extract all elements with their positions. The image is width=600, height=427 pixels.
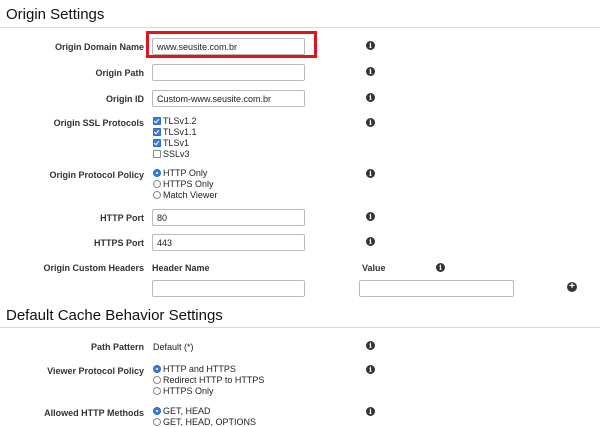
origin-id-label: Origin ID	[106, 94, 144, 104]
info-icon[interactable]: i	[436, 263, 445, 272]
origin-path-input[interactable]	[152, 64, 305, 81]
protocol-option-https-only[interactable]: HTTPS Only	[153, 179, 214, 189]
methods-option-get-head-options[interactable]: GET, HEAD, OPTIONS	[153, 417, 256, 427]
ssl-option-tlsv1[interactable]: TLSv1	[153, 138, 189, 148]
radio-selected[interactable]	[153, 407, 161, 415]
info-icon[interactable]: i	[366, 41, 375, 50]
info-icon[interactable]: i	[366, 93, 375, 102]
ssl-option-sslv3[interactable]: SSLv3	[153, 149, 190, 159]
value-column: Value	[362, 263, 386, 273]
origin-custom-headers-label: Origin Custom Headers	[43, 263, 144, 273]
radio-unselected[interactable]	[153, 191, 161, 199]
https-port-input[interactable]	[152, 234, 305, 251]
ssl-option-tlsv12[interactable]: TLSv1.2	[153, 116, 197, 126]
http-port-input[interactable]	[152, 209, 305, 226]
info-icon[interactable]: i	[366, 365, 375, 374]
info-icon[interactable]: i	[366, 341, 375, 350]
add-icon[interactable]: +	[567, 282, 577, 292]
checkbox-checked[interactable]	[153, 139, 161, 147]
info-icon[interactable]: i	[366, 407, 375, 416]
origin-path-label: Origin Path	[95, 68, 144, 78]
origin-id-input[interactable]	[152, 90, 305, 107]
info-icon[interactable]: i	[366, 169, 375, 178]
radio-unselected[interactable]	[153, 180, 161, 188]
origin-ssl-protocols-label: Origin SSL Protocols	[53, 118, 144, 128]
protocol-option-http-only[interactable]: HTTP Only	[153, 168, 207, 178]
header-name-column: Header Name	[152, 263, 210, 273]
section-title-cache-behavior: Default Cache Behavior Settings	[6, 307, 223, 324]
path-pattern-label: Path Pattern	[90, 342, 144, 352]
info-icon[interactable]: i	[366, 118, 375, 127]
header-value-input[interactable]	[359, 280, 514, 297]
radio-unselected[interactable]	[153, 376, 161, 384]
radio-unselected[interactable]	[153, 387, 161, 395]
methods-option-get-head[interactable]: GET, HEAD	[153, 406, 211, 416]
info-icon[interactable]: i	[366, 212, 375, 221]
checkbox-checked[interactable]	[153, 117, 161, 125]
protocol-option-match-viewer[interactable]: Match Viewer	[153, 190, 217, 200]
header-name-input[interactable]	[152, 280, 305, 297]
ssl-option-tlsv11[interactable]: TLSv1.1	[153, 127, 197, 137]
section-divider	[0, 327, 600, 328]
section-divider	[0, 27, 600, 28]
viewer-option-redirect[interactable]: Redirect HTTP to HTTPS	[153, 375, 264, 385]
viewer-option-https-only[interactable]: HTTPS Only	[153, 386, 214, 396]
checkbox-checked[interactable]	[153, 128, 161, 136]
http-port-label: HTTP Port	[100, 213, 144, 223]
viewer-protocol-policy-label: Viewer Protocol Policy	[47, 366, 144, 376]
info-icon[interactable]: i	[366, 67, 375, 76]
https-port-label: HTTPS Port	[93, 238, 144, 248]
allowed-http-methods-label: Allowed HTTP Methods	[44, 408, 144, 418]
radio-selected[interactable]	[153, 365, 161, 373]
path-pattern-value: Default (*)	[153, 342, 194, 352]
section-title-origin-settings: Origin Settings	[6, 6, 105, 23]
radio-selected[interactable]	[153, 169, 161, 177]
highlight-box	[146, 31, 317, 58]
checkbox-unchecked[interactable]	[153, 150, 161, 158]
info-icon[interactable]: i	[366, 237, 375, 246]
origin-protocol-policy-label: Origin Protocol Policy	[49, 170, 144, 180]
viewer-option-http-and-https[interactable]: HTTP and HTTPS	[153, 364, 236, 374]
origin-domain-name-label: Origin Domain Name	[54, 42, 144, 52]
